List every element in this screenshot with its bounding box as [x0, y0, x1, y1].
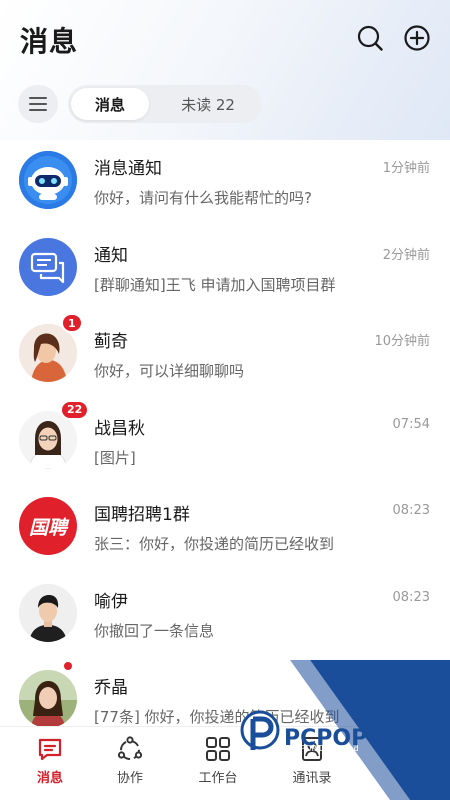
segmented-control: 消息 未读 22 [68, 85, 262, 123]
tab-label: 协作 [116, 771, 143, 786]
conversation-name: 通知 [94, 245, 128, 266]
watermark-subtext: PCPOP Download [290, 744, 359, 753]
message-icon [38, 738, 62, 761]
conversation-time: 1分钟前 [382, 161, 430, 176]
search-icon[interactable] [356, 24, 384, 52]
conversation-list: 消息通知 1分钟前 你好，请问有什么我能帮忙的吗? 通知 2分钟前 [群聊通知]… [0, 140, 450, 746]
chat-bubbles-icon [19, 237, 77, 296]
conversation-time: 08:23 [392, 589, 430, 605]
conversation-preview: [群聊通知]王飞 申请加入国聘项目群 [94, 275, 336, 294]
conversation-item[interactable]: 22 战昌秋 07:54 [图片] [0, 399, 450, 487]
unread-dot [62, 660, 74, 672]
tab-unread[interactable]: 未读 22 [158, 85, 258, 123]
conversation-item[interactable]: 消息通知 1分钟前 你好，请问有什么我能帮忙的吗? [0, 140, 450, 227]
photo-avatar [19, 583, 77, 642]
photo-avatar [19, 670, 77, 728]
tab-collab-nav[interactable]: 协作 [90, 727, 170, 800]
plus-circle-icon[interactable] [403, 24, 431, 52]
brand-logo-text: 国聘 [28, 516, 67, 539]
tab-label: 通讯录 [292, 771, 332, 786]
conversation-preview: 张三：你好，你投递的简历已经收到 [94, 535, 335, 553]
conversation-time: 08:23 [392, 503, 430, 518]
tab-label: 工作台 [198, 771, 238, 786]
conversation-name: 乔晶 [94, 678, 128, 698]
conversation-item[interactable]: 国聘 国聘招聘1群 08:23 张三：你好，你投递的简历已经收到 [0, 486, 450, 573]
tab-messages-nav[interactable]: 消息 [10, 727, 90, 800]
page-title: 消息 [20, 25, 79, 58]
robot-avatar [19, 151, 77, 209]
menu-button[interactable] [18, 85, 58, 123]
conversation-name: 国聘招聘1群 [94, 505, 190, 525]
unread-badge: 22 [60, 399, 90, 420]
watermark-logo-icon [240, 710, 280, 750]
conversation-preview: 你好，请问有什么我能帮忙的吗? [94, 189, 312, 207]
conversation-item[interactable]: 1 蓟奇 10分钟前 你好，可以详细聊聊吗 [0, 313, 450, 400]
conversation-name: 战昌秋 [94, 418, 145, 439]
menu-icon [29, 97, 47, 111]
filter-tabs: 消息 未读 22 [18, 85, 438, 123]
conversation-time: 10分钟前 [374, 334, 430, 349]
conversation-preview: [图片] [94, 448, 136, 467]
conversation-name: 消息通知 [94, 159, 162, 179]
tab-label: 消息 [36, 771, 63, 786]
top-header: 消息 [0, 0, 450, 80]
collab-icon [117, 736, 143, 760]
brand-logo: 国聘 [19, 497, 77, 555]
grid-icon [206, 737, 230, 761]
conversation-name: 喻伊 [94, 591, 128, 612]
conversation-preview: 你撤回了一条信息 [94, 621, 215, 640]
tab-messages[interactable]: 消息 [71, 88, 149, 120]
conversation-item[interactable]: 通知 2分钟前 [群聊通知]王飞 申请加入国聘项目群 [0, 227, 450, 314]
conversation-item[interactable]: 喻伊 08:23 你撤回了一条信息 [0, 573, 450, 660]
conversation-time: 2分钟前 [382, 247, 430, 263]
conversation-name: 蓟奇 [94, 332, 128, 352]
unread-badge: 1 [61, 313, 83, 333]
conversation-time: 07:54 [392, 416, 430, 432]
conversation-preview: 你好，可以详细聊聊吗 [94, 362, 245, 380]
